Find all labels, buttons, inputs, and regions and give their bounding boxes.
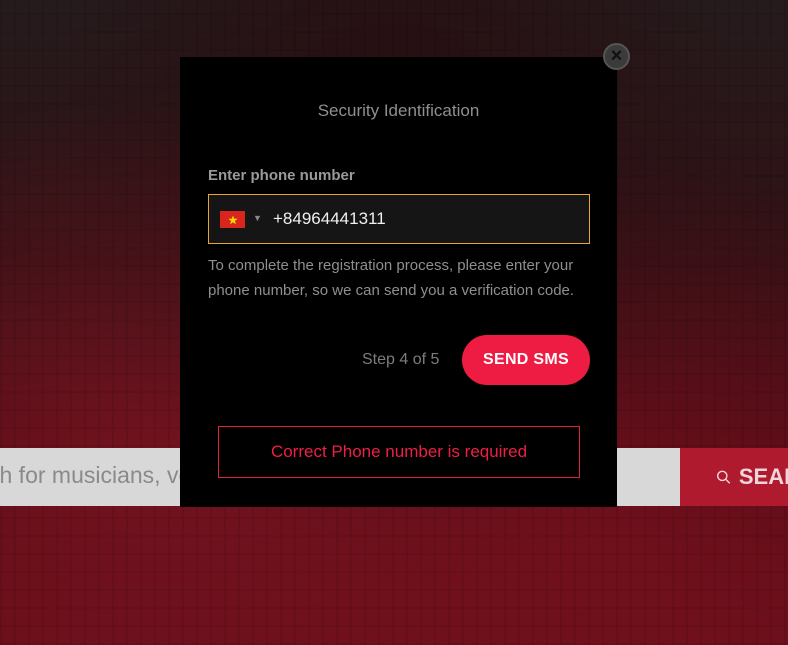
modal-title: Security Identification: [317, 101, 480, 120]
country-dropdown-caret-icon[interactable]: ▼: [253, 213, 262, 223]
security-modal: Security Identification Enter phone numb…: [180, 57, 617, 507]
phone-value[interactable]: +84964441311: [273, 209, 386, 229]
phone-field-label: Enter phone number: [208, 167, 355, 184]
search-icon: [717, 470, 731, 484]
search-button[interactable]: SEAR: [680, 448, 788, 506]
close-button[interactable]: ×: [603, 43, 630, 70]
error-message: Correct Phone number is required: [218, 426, 580, 478]
step-indicator: Step 4 of 5: [362, 351, 440, 368]
phone-input[interactable]: ▼ +84964441311: [208, 194, 590, 244]
close-icon: ×: [610, 45, 623, 67]
search-button-label: SEAR: [738, 464, 788, 489]
search-placeholder: ch for musicians, ve: [0, 462, 192, 488]
send-sms-button[interactable]: SEND SMS: [462, 335, 590, 385]
help-text: To complete the registration process, pl…: [208, 257, 575, 299]
vietnam-flag-icon[interactable]: [220, 211, 245, 228]
